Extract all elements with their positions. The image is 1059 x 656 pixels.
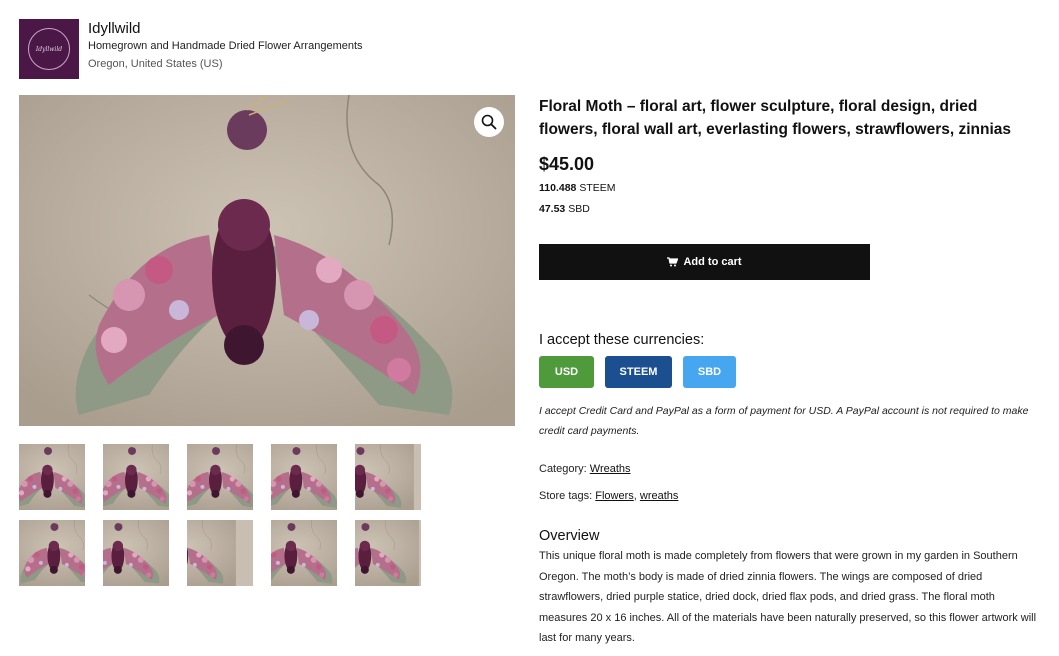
overview-text: This unique floral moth is made complete… xyxy=(539,550,1037,644)
category-line: Category: Wreaths xyxy=(539,463,631,475)
store-logo[interactable]: Idyllwild xyxy=(19,19,79,79)
currency-usd-button[interactable]: USD xyxy=(539,356,594,388)
magnifier-icon xyxy=(481,114,497,130)
category-link-wreaths[interactable]: Wreaths xyxy=(590,463,631,475)
wreath-icon: Idyllwild xyxy=(28,28,70,70)
store-tagline: Homegrown and Handmade Dried Flower Arra… xyxy=(88,40,363,52)
product-thumbnail[interactable] xyxy=(355,444,421,510)
product-thumbnail[interactable] xyxy=(187,444,253,510)
store-location: Oregon, United States (US) xyxy=(88,58,223,70)
zoom-button[interactable] xyxy=(474,107,504,137)
currency-sbd-button[interactable]: SBD xyxy=(683,356,736,388)
price-sbd-unit: SBD xyxy=(568,203,590,215)
currencies-label: I accept these currencies: xyxy=(539,332,705,348)
price-sbd: 47.53 SBD xyxy=(539,203,590,215)
cart-icon xyxy=(667,257,679,267)
logo-text: Idyllwild xyxy=(35,45,63,53)
store-tags-line: Store tags: Flowers, wreaths xyxy=(539,490,678,502)
product-thumbnail[interactable] xyxy=(271,444,337,510)
tag-link-wreaths[interactable]: wreaths xyxy=(640,490,679,502)
product-thumbnail[interactable] xyxy=(271,520,337,586)
add-to-cart-label: Add to cart xyxy=(683,256,742,268)
price-usd: $45.00 xyxy=(539,154,595,174)
product-thumbnail[interactable] xyxy=(355,520,421,586)
add-to-cart-button[interactable]: Add to cart xyxy=(539,244,870,280)
product-title: Floral Moth – floral art, flower sculptu… xyxy=(539,98,1012,138)
store-tags-label: Store tags: xyxy=(539,490,593,502)
currency-steem-button[interactable]: STEEM xyxy=(605,356,672,388)
price-steem-unit: STEEM xyxy=(579,182,616,194)
product-thumbnail[interactable] xyxy=(103,444,169,510)
price-steem-value: 110.488 xyxy=(539,182,577,194)
category-label: Category: xyxy=(539,463,587,475)
tag-separator: , xyxy=(633,490,637,502)
tag-link-flowers[interactable]: Flowers xyxy=(595,490,634,502)
overview-heading: Overview xyxy=(539,528,600,544)
price-sbd-value: 47.53 xyxy=(539,203,566,215)
price-steem: 110.488 STEEM xyxy=(539,182,615,194)
product-thumbnail[interactable] xyxy=(19,520,85,586)
product-thumbnail[interactable] xyxy=(103,520,169,586)
payment-note: I accept Credit Card and PayPal as a for… xyxy=(539,405,1029,437)
product-thumbnail[interactable] xyxy=(19,444,85,510)
store-name[interactable]: Idyllwild xyxy=(88,20,141,37)
product-main-image[interactable] xyxy=(19,95,515,426)
product-thumbnail[interactable] xyxy=(187,520,253,586)
